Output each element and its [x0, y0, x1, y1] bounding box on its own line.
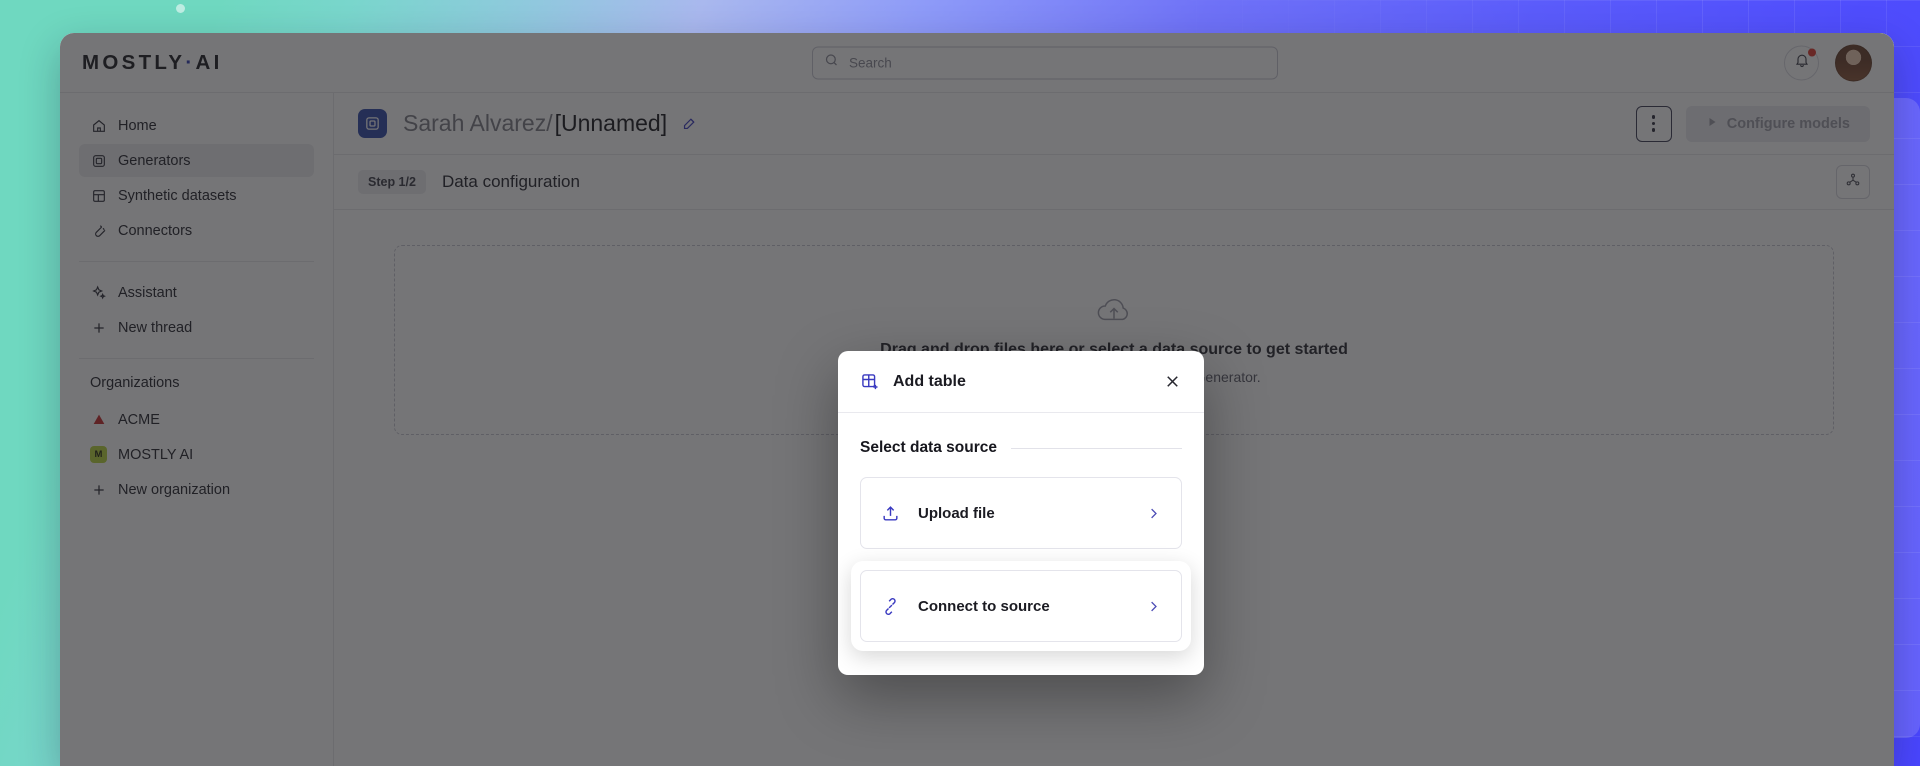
- pencil-edit-icon[interactable]: [681, 115, 698, 132]
- data-source-options: Upload file Connect to source: [851, 477, 1191, 651]
- sidebar-item-label: Connectors: [118, 222, 193, 239]
- sidebar-item-generators[interactable]: Generators: [79, 144, 314, 177]
- select-data-source-heading: Select data source: [860, 439, 1182, 457]
- sidebar-item-label: Assistant: [118, 284, 177, 301]
- sidebar-item-org-acme[interactable]: ACME: [79, 403, 314, 436]
- desktop-decor-dot: [176, 4, 185, 13]
- table-grid-icon: [90, 187, 107, 204]
- kebab-dot: [1651, 115, 1656, 119]
- avatar[interactable]: [1835, 44, 1872, 81]
- sidebar-item-org-mostly-ai[interactable]: M MOSTLY AI: [79, 438, 314, 471]
- sidebar-organizations-heading: Organizations: [90, 375, 180, 391]
- step-bar-actions: [1836, 165, 1870, 199]
- sidebar-item-label: New thread: [118, 319, 193, 336]
- home-icon: [90, 117, 107, 134]
- kebab-dot: [1651, 128, 1656, 132]
- search-placeholder: Search: [849, 55, 892, 70]
- sidebar-item-label: Generators: [118, 152, 191, 169]
- sidebar-item-connectors[interactable]: Connectors: [79, 214, 314, 247]
- step-bar: Step 1/2 Data configuration: [334, 155, 1894, 210]
- upload-icon: [881, 504, 900, 523]
- app-window: MOSTLY · AI Search Home Generators Synth…: [60, 33, 1894, 766]
- notifications-button[interactable]: [1784, 45, 1819, 80]
- brand-suffix: AI: [195, 50, 223, 74]
- upload-cloud-icon: [1094, 296, 1134, 331]
- more-options-button[interactable]: [1635, 105, 1672, 142]
- brand-name: MOSTLY: [82, 50, 186, 74]
- page-title-name: [Unnamed]: [554, 110, 668, 136]
- sidebar-divider-1: [79, 261, 314, 262]
- notification-badge: [1808, 48, 1816, 56]
- mostly-ai-logo-icon: M: [90, 446, 107, 463]
- option-label: Upload file: [918, 504, 995, 522]
- close-icon[interactable]: [1163, 372, 1182, 391]
- option-connect-to-source[interactable]: Connect to source: [860, 570, 1182, 642]
- heading-divider: [1010, 447, 1182, 449]
- modal-title: Add table: [893, 372, 966, 390]
- plus-icon: [90, 319, 107, 336]
- table-plus-icon: [860, 372, 880, 392]
- acme-logo-icon: [90, 411, 107, 428]
- top-bar: MOSTLY · AI Search: [60, 33, 1894, 93]
- sidebar-item-label: ACME: [118, 411, 160, 428]
- modal-header: Add table: [838, 351, 1204, 413]
- page-title-owner: Sarah Alvarez/: [403, 110, 553, 136]
- plus-icon: [90, 481, 107, 498]
- plug-connect-icon: [881, 597, 900, 616]
- modal-body: Select data source Upload file Connect t…: [838, 413, 1204, 675]
- configure-models-label: Configure models: [1726, 115, 1850, 132]
- sidebar: Home Generators Synthetic datasets Conne…: [60, 93, 334, 766]
- search-icon: [824, 53, 839, 73]
- play-icon: [1706, 116, 1718, 132]
- sidebar-item-label: New organization: [118, 481, 231, 498]
- bell-icon: [1794, 52, 1810, 73]
- org-badge-letter: M: [90, 446, 107, 463]
- brand-separator: ·: [185, 50, 196, 74]
- sidebar-item-new-organization[interactable]: New organization: [79, 473, 314, 506]
- sidebar-item-synthetic-datasets[interactable]: Synthetic datasets: [79, 179, 314, 212]
- option-upload-file[interactable]: Upload file: [860, 477, 1182, 549]
- page-title: Sarah Alvarez/ [Unnamed]: [403, 110, 698, 137]
- add-table-modal: Add table Select data source Upload file…: [838, 351, 1204, 675]
- generator-icon: [90, 152, 107, 169]
- schema-relations-icon-button[interactable]: [1836, 165, 1870, 199]
- option-connect-to-source-focus-ring: Connect to source: [851, 561, 1191, 651]
- page-header-actions: Configure models: [1635, 105, 1870, 142]
- sidebar-item-label: Synthetic datasets: [118, 187, 237, 204]
- sidebar-item-assistant[interactable]: Assistant: [79, 276, 314, 309]
- plug-icon: [90, 222, 107, 239]
- search-container: Search: [812, 46, 1278, 79]
- generator-icon: [358, 109, 387, 138]
- page-header: Sarah Alvarez/ [Unnamed] Configure model…: [334, 93, 1894, 155]
- sidebar-item-home[interactable]: Home: [79, 109, 314, 142]
- chevron-right-icon: [1146, 506, 1161, 521]
- search-input[interactable]: Search: [812, 46, 1278, 79]
- configure-models-button[interactable]: Configure models: [1685, 105, 1870, 142]
- select-data-source-label: Select data source: [860, 439, 997, 456]
- sidebar-item-label: MOSTLY AI: [118, 446, 194, 463]
- schema-relations-icon: [1845, 172, 1861, 193]
- top-bar-actions: [1784, 44, 1872, 81]
- step-chip: Step 1/2: [358, 170, 426, 194]
- sidebar-item-label: Home: [118, 117, 157, 134]
- step-label: Data configuration: [441, 172, 580, 191]
- option-label: Connect to source: [918, 597, 1050, 615]
- brand-logo[interactable]: MOSTLY · AI: [82, 51, 332, 75]
- sidebar-divider-2: [79, 358, 314, 359]
- sparkle-icon: [90, 284, 107, 301]
- chevron-right-icon: [1146, 599, 1161, 614]
- sidebar-item-new-thread[interactable]: New thread: [79, 311, 314, 344]
- kebab-dot: [1651, 121, 1656, 126]
